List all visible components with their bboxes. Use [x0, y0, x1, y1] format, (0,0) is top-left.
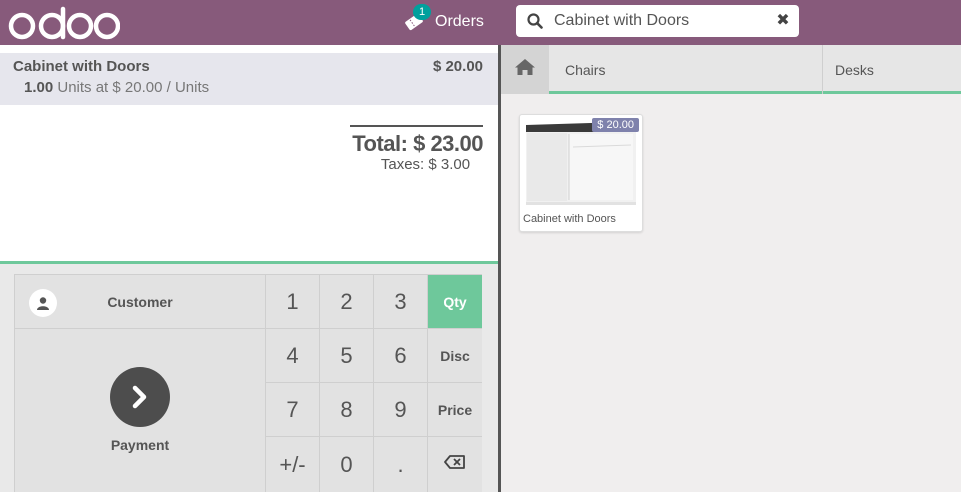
orders-button[interactable]: 1 Orders	[403, 0, 484, 43]
mode-disc-button[interactable]: Disc	[428, 329, 482, 382]
orders-count-badge: 1	[413, 3, 432, 20]
backspace-icon	[444, 455, 466, 474]
numpad-key-5[interactable]: 5	[320, 329, 373, 382]
odoo-logo	[8, 0, 120, 45]
mode-price-button[interactable]: Price	[428, 383, 482, 436]
orders-label: Orders	[435, 12, 484, 30]
payment-label: Payment	[110, 437, 170, 453]
numpad-key-2[interactable]: 2	[320, 275, 373, 328]
category-desks[interactable]: Desks	[835, 45, 874, 94]
order-line-product-name: Cabinet with Doors	[13, 58, 150, 75]
numpad-key-9[interactable]: 9	[374, 383, 427, 436]
numpad-key-0[interactable]: 0	[320, 437, 373, 492]
order-total: Total: $ 23.00	[352, 131, 483, 156]
numpad-key-7[interactable]: 7	[266, 383, 319, 436]
actionpad-numpad: Customer Payment 1 2 3 Qty 4 5 6 Disc 7 …	[14, 274, 482, 492]
top-header: 1 Orders ✖	[0, 0, 961, 45]
category-chairs[interactable]: Chairs	[565, 45, 605, 94]
category-bar: Chairs Desks	[501, 45, 961, 94]
product-card[interactable]: $ 20.00 Cabinet with Doors	[519, 114, 643, 232]
order-summary: Total: $ 23.00 Taxes: $ 3.00	[350, 125, 484, 173]
chevron-right-icon	[110, 367, 170, 427]
control-panel: Customer Payment 1 2 3 Qty 4 5 6 Disc 7 …	[0, 261, 498, 492]
order-pane: Cabinet with Doors $ 20.00 1.00 Units at…	[0, 45, 498, 492]
home-icon	[514, 58, 536, 81]
order-line-unit-info: Units at $ 20.00 / Units	[57, 79, 210, 96]
numpad-key-4[interactable]: 4	[266, 329, 319, 382]
numpad-key-decimal[interactable]: .	[374, 437, 427, 492]
order-line[interactable]: Cabinet with Doors $ 20.00 1.00 Units at…	[0, 53, 498, 105]
numpad-key-plus-minus[interactable]: +/-	[266, 437, 319, 492]
order-line-quantity: 1.00	[24, 79, 54, 96]
product-search-box: ✖	[516, 5, 799, 37]
order-line-price: $ 20.00	[432, 58, 483, 75]
numpad-key-8[interactable]: 8	[320, 383, 373, 436]
home-category-button[interactable]	[501, 45, 549, 94]
clear-search-icon[interactable]: ✖	[774, 11, 792, 31]
payment-button[interactable]: Payment	[15, 329, 265, 492]
customer-label: Customer	[107, 294, 173, 310]
category-separator	[822, 45, 823, 94]
mode-qty-button[interactable]: Qty	[428, 275, 482, 328]
numpad-key-1[interactable]: 1	[266, 275, 319, 328]
order-taxes: Taxes: $ 3.00	[380, 156, 471, 173]
backspace-button[interactable]	[428, 437, 482, 492]
product-price-tag: $ 20.00	[592, 118, 639, 132]
numpad-key-6[interactable]: 6	[374, 329, 427, 382]
odoo-logo-mark	[8, 6, 120, 39]
ticket-icon: 1	[403, 3, 432, 32]
search-icon	[527, 13, 543, 29]
numpad-key-3[interactable]: 3	[374, 275, 427, 328]
product-pane: Chairs Desks $ 20.00 Cabinet with Doors	[501, 45, 961, 492]
search-input[interactable]	[554, 9, 769, 33]
order-line-info: 1.00 Units at $ 20.00 / Units	[24, 79, 209, 96]
product-name: Cabinet with Doors	[523, 213, 616, 225]
customer-button[interactable]: Customer	[15, 275, 265, 328]
